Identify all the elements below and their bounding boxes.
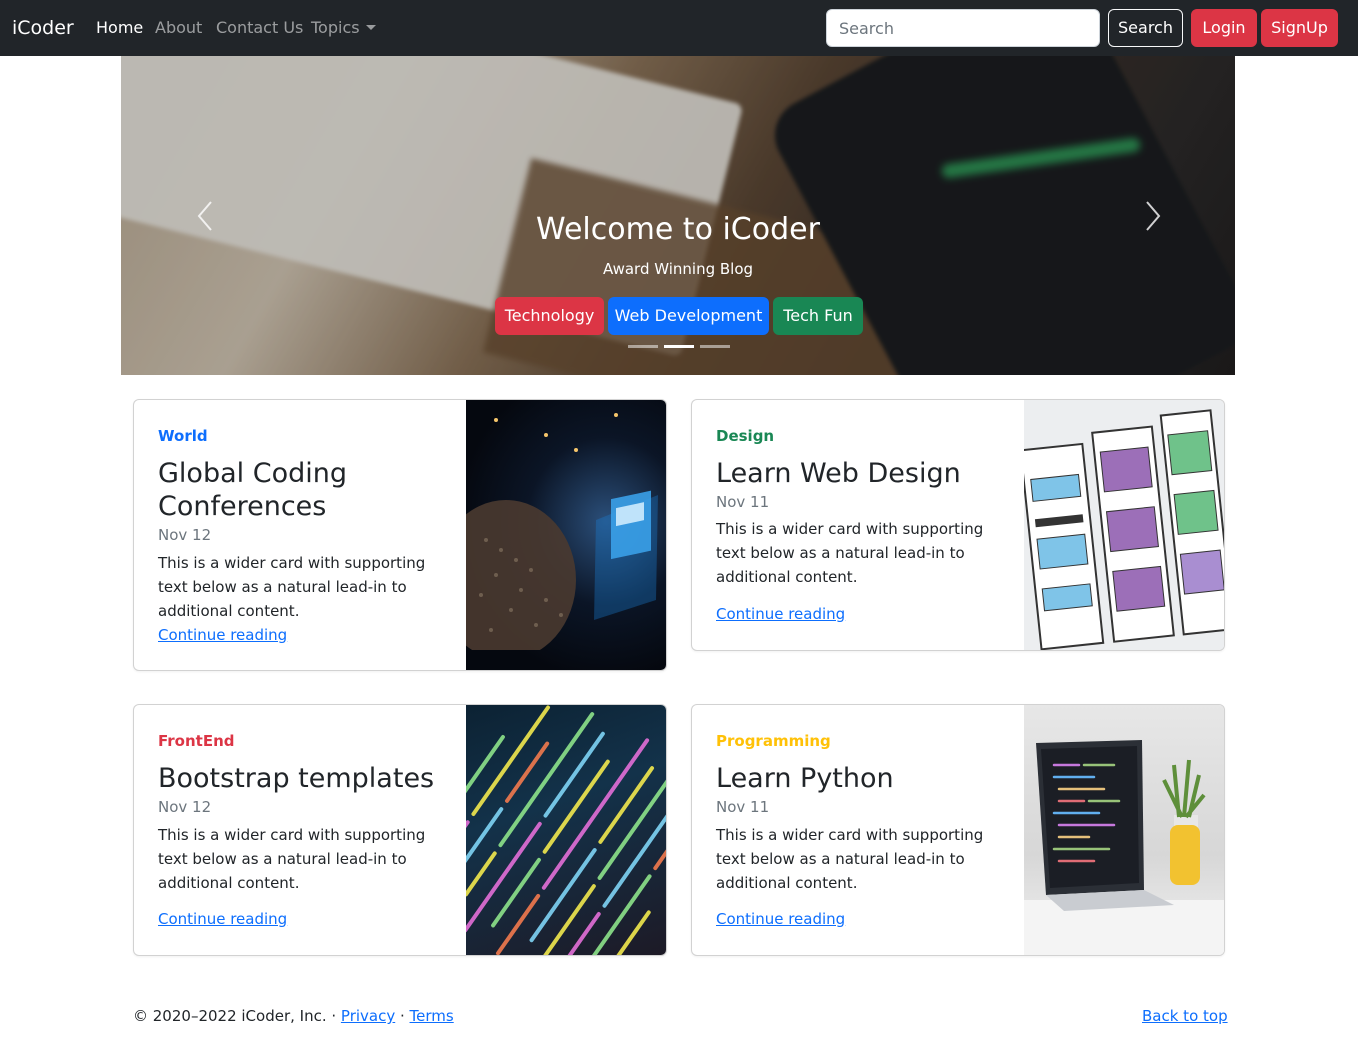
footer: © 2020–2022 iCoder, Inc. · Privacy · Ter… — [133, 1006, 454, 1026]
post-card-frontend: FrontEnd Bootstrap templates Nov 12 This… — [133, 704, 667, 956]
post-card-design: Design Learn Web Design Nov 11 This is a… — [691, 399, 1225, 651]
chevron-down-icon — [365, 25, 376, 30]
terms-link[interactable]: Terms — [410, 1007, 454, 1025]
continue-reading-link[interactable]: Continue reading — [158, 625, 287, 645]
nav-topics-dropdown[interactable]: Topics — [311, 18, 376, 38]
wireframe-image — [1024, 400, 1224, 650]
nav-home[interactable]: Home — [96, 18, 143, 38]
card-text: This is a wider card with supporting tex… — [158, 554, 426, 620]
card-title: Global Coding Conferences — [158, 458, 347, 522]
search-input[interactable] — [826, 9, 1100, 47]
card-title: Learn Python — [716, 763, 894, 794]
web-development-button[interactable]: Web Development — [608, 297, 769, 335]
code-image — [466, 705, 666, 955]
card-date: Nov 11 — [716, 493, 770, 511]
conference-image — [466, 400, 666, 670]
continue-reading-link[interactable]: Continue reading — [716, 604, 845, 624]
card-category: Programming — [716, 732, 831, 750]
carousel-indicator-2[interactable] — [664, 345, 694, 348]
nav-about[interactable]: About — [155, 18, 202, 38]
card-category: Design — [716, 427, 775, 445]
brand-logo[interactable]: iCoder — [12, 15, 74, 41]
login-button[interactable]: Login — [1191, 9, 1257, 47]
post-card-world: World Global Coding Conferences Nov 12 T… — [133, 399, 667, 671]
post-card-programming: Programming Learn Python Nov 11 This is … — [691, 704, 1225, 956]
footer-separator: · — [395, 1007, 410, 1025]
card-category: World — [158, 427, 208, 445]
laptop-image — [1024, 705, 1224, 955]
hero-subtitle: Award Winning Blog — [602, 260, 754, 278]
card-text: This is a wider card with supporting tex… — [716, 826, 984, 892]
continue-reading-link[interactable]: Continue reading — [716, 909, 845, 929]
nav-topics-label: Topics — [311, 18, 360, 37]
back-to-top-link[interactable]: Back to top — [1142, 1006, 1228, 1026]
technology-button[interactable]: Technology — [495, 297, 604, 335]
card-title: Learn Web Design — [716, 458, 961, 489]
carousel-indicator-3[interactable] — [700, 345, 730, 348]
search-button[interactable]: Search — [1108, 9, 1183, 47]
privacy-link[interactable]: Privacy — [341, 1007, 395, 1025]
card-text: This is a wider card with supporting tex… — [158, 826, 426, 892]
continue-reading-link[interactable]: Continue reading — [158, 909, 287, 929]
hero-title: Welcome to iCoder — [536, 212, 820, 247]
copyright-text: © 2020–2022 iCoder, Inc. · — [133, 1007, 341, 1025]
nav-contact[interactable]: Contact Us — [216, 18, 303, 38]
card-title: Bootstrap templates — [158, 763, 435, 794]
carousel-indicator-1[interactable] — [628, 345, 658, 348]
signup-button[interactable]: SignUp — [1261, 9, 1338, 47]
card-text: This is a wider card with supporting tex… — [716, 520, 984, 586]
hero-carousel: Welcome to iCoder Award Winning Blog Tec… — [121, 56, 1235, 375]
card-category: FrontEnd — [158, 732, 235, 750]
card-date: Nov 12 — [158, 798, 212, 816]
card-date: Nov 12 — [158, 526, 212, 544]
card-date: Nov 11 — [716, 798, 770, 816]
tech-fun-button[interactable]: Tech Fun — [773, 297, 863, 335]
navbar: iCoder Home About Contact Us Topics Sear… — [0, 0, 1358, 56]
